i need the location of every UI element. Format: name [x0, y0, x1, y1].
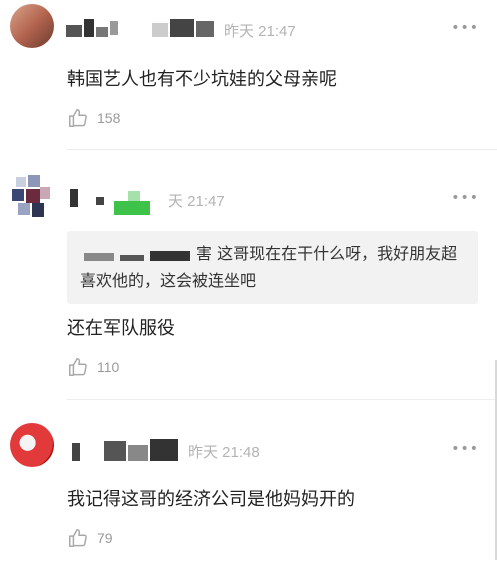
- quoted-reply[interactable]: 害 这哥现在在干什么呀，我好朋友超喜欢他的，这会被连坐吧: [67, 231, 478, 304]
- like-button[interactable]: 158: [67, 107, 120, 129]
- comment-item: 昨天 21:47 ••• 韩国艺人也有不少坑娃的父母亲呢 158: [0, 0, 497, 150]
- like-count: 110: [97, 359, 120, 375]
- like-count: 79: [97, 530, 113, 546]
- more-icon[interactable]: •••: [451, 20, 479, 36]
- like-button[interactable]: 110: [67, 356, 119, 378]
- username-pixelated[interactable]: [66, 187, 156, 215]
- quoted-reply-text: 害 这哥现在在干什么呀，我好朋友超喜欢他的，这会被连坐吧: [80, 240, 470, 294]
- comment-time: 昨天 21:47: [224, 23, 296, 40]
- comment-item: 昨天 21:48 ••• 我记得这哥的经济公司是他妈妈开的 79: [0, 400, 497, 562]
- username-pixelated[interactable]: [66, 19, 218, 37]
- avatar[interactable]: [10, 423, 54, 467]
- thumbs-up-icon: [69, 358, 87, 376]
- comment-text: 韩国艺人也有不少坑娃的父母亲呢: [67, 69, 337, 90]
- username-pixelated[interactable]: [66, 439, 186, 465]
- like-count: 158: [97, 110, 121, 126]
- comment-text: 还在军队服役: [67, 318, 175, 339]
- thumbs-up-icon: [69, 529, 87, 547]
- quoted-username-pixelated: [80, 247, 196, 263]
- comment-text: 我记得这哥的经济公司是他妈妈开的: [67, 489, 355, 510]
- like-button[interactable]: 79: [67, 527, 113, 549]
- thumbs-up-icon: [69, 109, 87, 127]
- comment-time: 天 21:47: [168, 193, 225, 210]
- comment-item: 天 21:47 ••• 害 这哥现在在干什么呀，我好朋友超喜欢他的，这会被连坐吧…: [0, 150, 497, 400]
- more-icon[interactable]: •••: [451, 441, 479, 457]
- avatar[interactable]: [10, 175, 54, 219]
- comment-time: 昨天 21:48: [188, 444, 260, 461]
- more-icon[interactable]: •••: [451, 190, 479, 206]
- avatar[interactable]: [10, 4, 54, 48]
